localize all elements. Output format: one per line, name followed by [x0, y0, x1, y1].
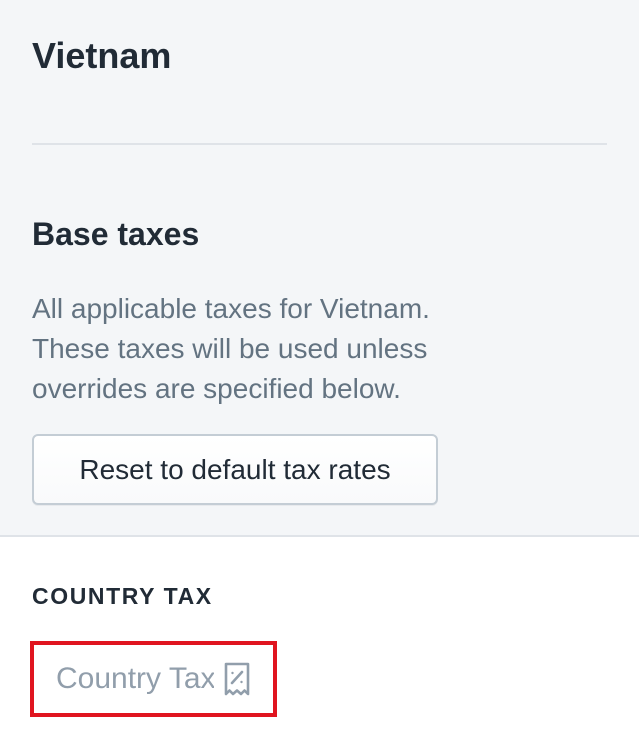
page-title: Vietnam	[32, 35, 172, 76]
base-taxes-panel: Vietnam Base taxes All applicable taxes …	[0, 0, 639, 537]
reset-tax-rates-button[interactable]: Reset to default tax rates	[32, 434, 438, 505]
receipt-percent-icon	[224, 662, 250, 696]
section-divider	[32, 143, 607, 145]
section-heading: Base taxes	[32, 216, 200, 252]
section-description: All applicable taxes for Vietnam. These …	[32, 293, 430, 404]
country-tax-field[interactable]	[30, 641, 277, 717]
country-tax-input[interactable]	[56, 662, 214, 696]
country-tax-label: COUNTRY TAX	[32, 583, 213, 609]
